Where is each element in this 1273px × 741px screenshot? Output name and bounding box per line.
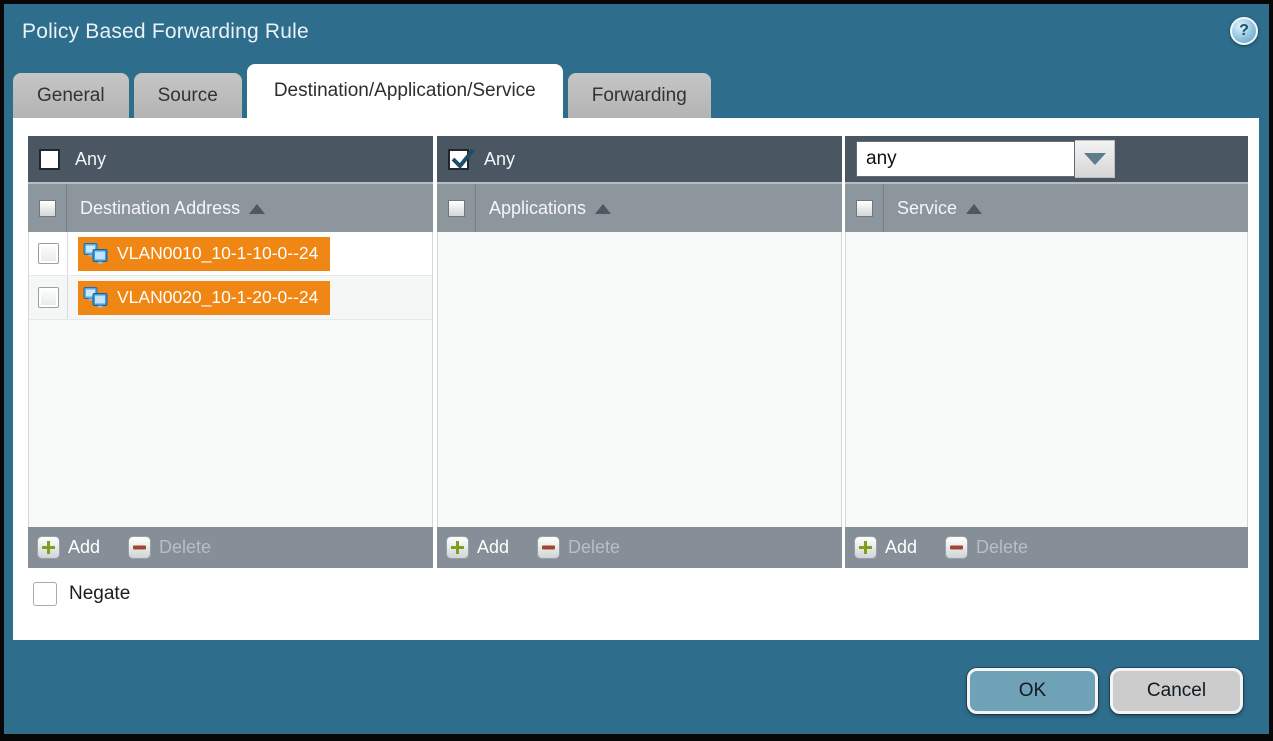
ok-label: OK xyxy=(1019,680,1046,702)
destination-add-button[interactable]: Add xyxy=(37,536,100,559)
service-delete-button[interactable]: Delete xyxy=(945,536,1028,559)
tab-forwarding[interactable]: Forwarding xyxy=(568,73,711,118)
content-panel: Any Destination Address xyxy=(13,118,1259,640)
negate-checkbox[interactable] xyxy=(33,582,57,606)
tab-destination-application-service[interactable]: Destination/Application/Service xyxy=(247,64,563,118)
destination-row-vlan0010[interactable]: VLAN0010_10-1-10-0--24 xyxy=(29,232,432,276)
destination-header-label: Destination Address xyxy=(80,198,240,219)
destination-any-label: Any xyxy=(75,149,106,170)
minus-icon xyxy=(537,536,560,559)
negate-option: Negate xyxy=(33,582,130,606)
minus-icon xyxy=(128,536,151,559)
address-object-badge[interactable]: VLAN0010_10-1-10-0--24 xyxy=(78,237,330,271)
destination-toolbar: Add Delete xyxy=(28,527,433,568)
applications-column: Any Applications Add Delete xyxy=(437,136,842,568)
service-toolbar: Add Delete xyxy=(845,527,1248,568)
applications-list xyxy=(437,232,842,527)
applications-any-bar: Any xyxy=(437,136,842,182)
sort-ascending-icon xyxy=(595,204,611,214)
plus-icon xyxy=(854,536,877,559)
destination-list: VLAN0010_10-1-10-0--24 VLAN00 xyxy=(28,232,433,527)
add-label: Add xyxy=(68,537,100,558)
destination-select-all-checkbox[interactable] xyxy=(39,200,56,217)
service-type-dropdown: any xyxy=(856,140,1115,178)
minus-icon xyxy=(945,536,968,559)
applications-header-label: Applications xyxy=(489,198,586,219)
row-checkbox-cell xyxy=(29,276,68,319)
negate-label: Negate xyxy=(69,583,130,605)
add-label: Add xyxy=(885,537,917,558)
applications-add-button[interactable]: Add xyxy=(446,536,509,559)
tab-destination-label: Destination/Application/Service xyxy=(274,80,536,102)
destination-delete-button[interactable]: Delete xyxy=(128,536,211,559)
policy-forwarding-dialog: { "window": { "title": "Policy Based For… xyxy=(0,0,1273,741)
service-select-all-checkbox[interactable] xyxy=(856,200,873,217)
service-select-all-cell xyxy=(845,184,884,232)
tab-general[interactable]: General xyxy=(13,73,129,118)
delete-label: Delete xyxy=(976,537,1028,558)
chevron-down-icon xyxy=(1084,153,1106,165)
destination-row-1-label: VLAN0010_10-1-10-0--24 xyxy=(117,243,318,264)
applications-delete-button[interactable]: Delete xyxy=(537,536,620,559)
cancel-label: Cancel xyxy=(1147,680,1206,702)
page-title: Policy Based Forwarding Rule xyxy=(22,20,309,44)
destination-row-2-label: VLAN0020_10-1-20-0--24 xyxy=(117,287,318,308)
help-glyph: ? xyxy=(1239,22,1249,40)
service-dropdown-button[interactable] xyxy=(1075,140,1115,178)
sort-ascending-icon xyxy=(249,204,265,214)
checkmark-icon xyxy=(450,147,476,171)
applications-column-header[interactable]: Applications xyxy=(437,182,842,232)
service-column-header[interactable]: Service xyxy=(845,182,1248,232)
destination-column-header[interactable]: Destination Address xyxy=(28,182,433,232)
destination-row-1-checkbox[interactable] xyxy=(38,243,59,264)
applications-select-all-cell xyxy=(437,184,476,232)
ok-button[interactable]: OK xyxy=(967,668,1098,714)
delete-label: Delete xyxy=(568,537,620,558)
tab-source-label: Source xyxy=(158,85,218,107)
applications-any-checkbox[interactable] xyxy=(448,149,469,170)
destination-any-checkbox[interactable] xyxy=(39,149,60,170)
destination-address-column: Any Destination Address xyxy=(28,136,433,568)
network-address-icon xyxy=(83,287,109,309)
tab-source[interactable]: Source xyxy=(134,73,242,118)
applications-any-label: Any xyxy=(484,149,515,170)
service-column: any Service Add xyxy=(845,136,1248,568)
help-icon[interactable]: ? xyxy=(1230,17,1258,45)
service-dropdown-bar: any xyxy=(845,136,1248,182)
service-list xyxy=(845,232,1248,527)
sort-ascending-icon xyxy=(966,204,982,214)
address-object-badge[interactable]: VLAN0020_10-1-20-0--24 xyxy=(78,281,330,315)
tab-forwarding-label: Forwarding xyxy=(592,85,687,107)
destination-row-2-checkbox[interactable] xyxy=(38,287,59,308)
plus-icon xyxy=(446,536,469,559)
destination-row-vlan0020[interactable]: VLAN0020_10-1-20-0--24 xyxy=(29,276,432,320)
row-checkbox-cell xyxy=(29,232,68,275)
service-type-text: any xyxy=(866,148,897,170)
tab-bar: General Source Destination/Application/S… xyxy=(13,64,716,118)
destination-any-bar: Any xyxy=(28,136,433,182)
applications-select-all-checkbox[interactable] xyxy=(448,200,465,217)
service-header-label: Service xyxy=(897,198,957,219)
add-label: Add xyxy=(477,537,509,558)
plus-icon xyxy=(37,536,60,559)
tab-general-label: General xyxy=(37,85,105,107)
cancel-button[interactable]: Cancel xyxy=(1110,668,1243,714)
network-address-icon xyxy=(83,243,109,265)
delete-label: Delete xyxy=(159,537,211,558)
service-add-button[interactable]: Add xyxy=(854,536,917,559)
service-type-value[interactable]: any xyxy=(856,141,1075,177)
destination-select-all-cell xyxy=(28,184,67,232)
applications-toolbar: Add Delete xyxy=(437,527,842,568)
